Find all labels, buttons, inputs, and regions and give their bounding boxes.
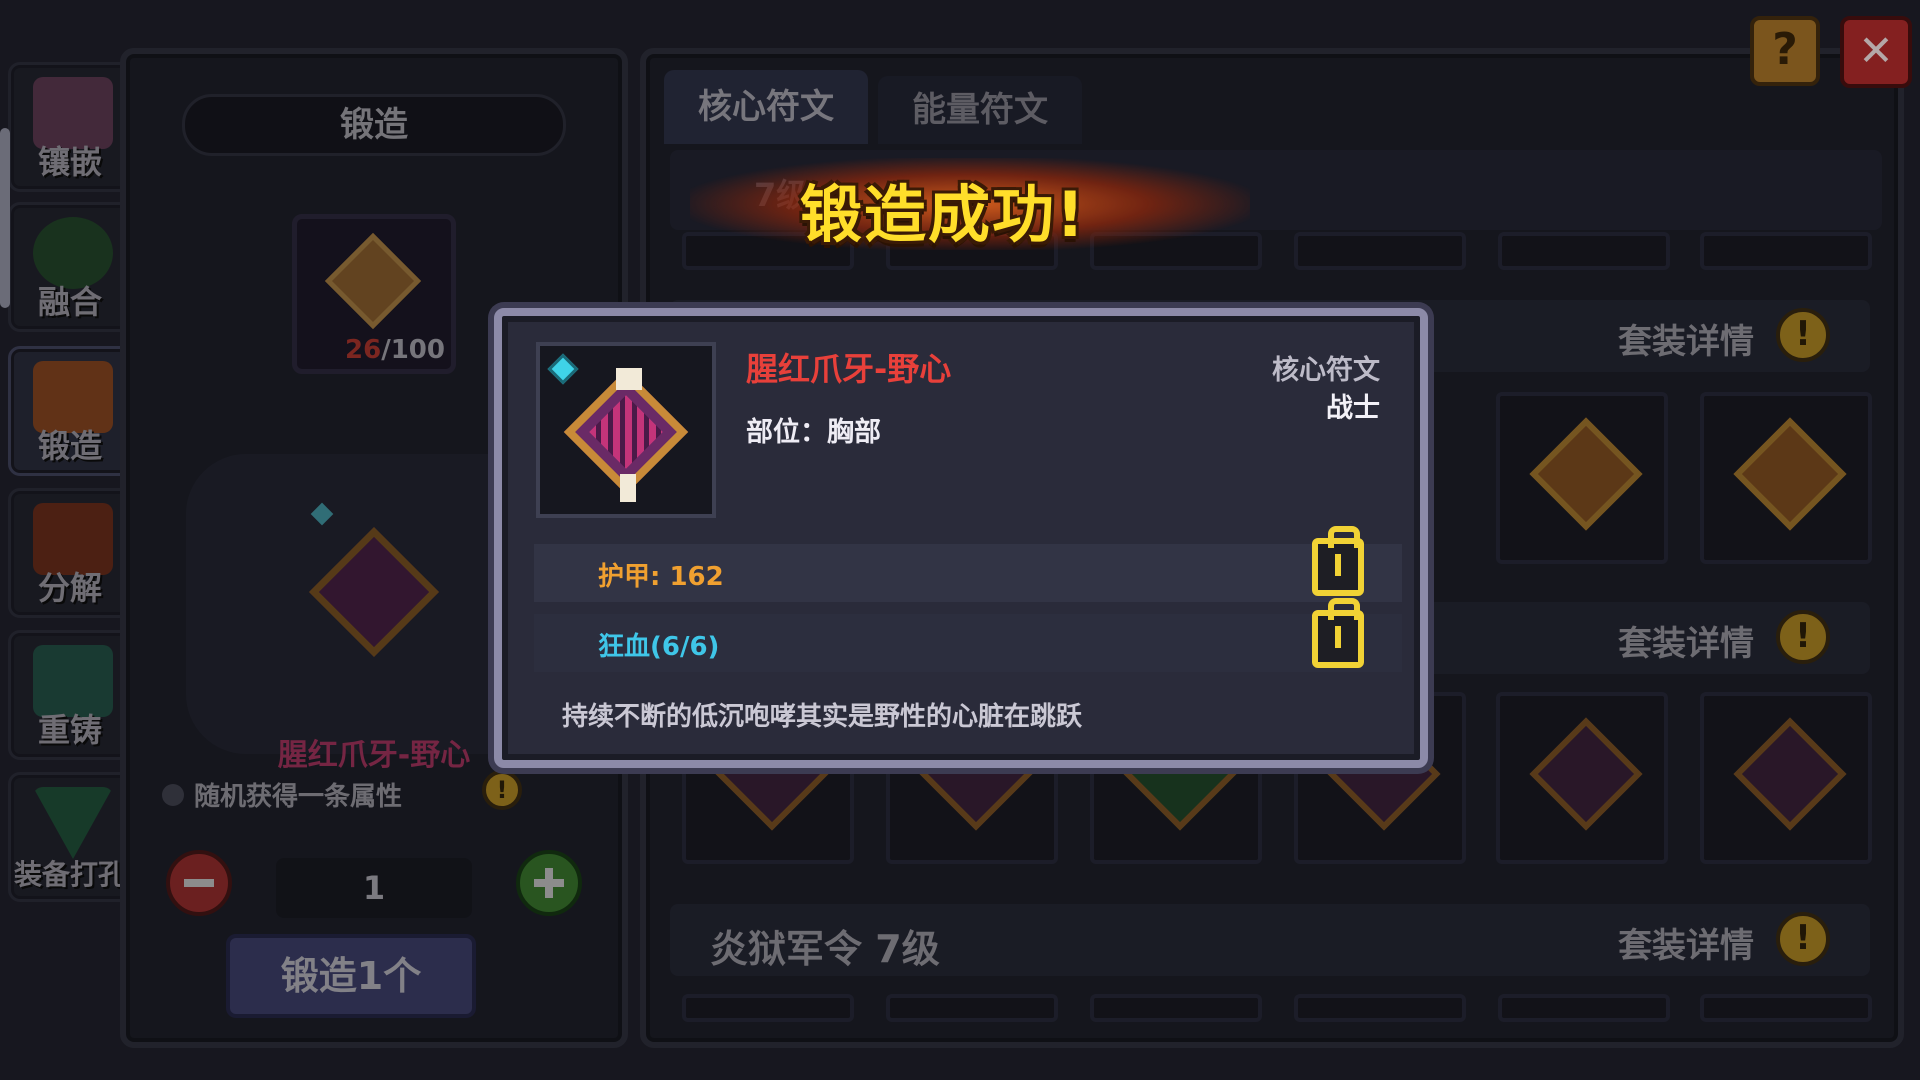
sidebar-item-label: 分解 (37, 569, 102, 607)
plus-button[interactable] (516, 850, 582, 916)
result-rune-icon (308, 526, 440, 658)
sidebar-item-label: 重铸 (37, 711, 102, 749)
rune-slot[interactable] (1498, 994, 1670, 1022)
rune-slot[interactable] (886, 994, 1058, 1022)
minus-button[interactable] (166, 850, 232, 916)
forge-title: 锻造 (182, 94, 566, 156)
rune-icon (1529, 717, 1643, 831)
minus-icon (184, 879, 214, 887)
lock-icon[interactable] (1312, 598, 1364, 668)
forge-one-button[interactable]: 锻造1个 (226, 934, 476, 1018)
material-rune-icon (324, 232, 422, 330)
item-detail-popup[interactable]: 腥红爪牙-野心 部位：胸部 核心符文 战士 护甲: 162 狂血(6/6) 持续… (494, 308, 1428, 768)
claw-top-icon (616, 368, 642, 390)
sidebar-item-label: 锻造 (37, 427, 102, 465)
set-info-icon[interactable]: ! (1776, 308, 1830, 362)
close-button[interactable]: ✕ (1840, 16, 1912, 88)
gem-icon (310, 502, 334, 526)
rune-slot[interactable] (1700, 692, 1872, 864)
set-details-label[interactable]: 套装详情 (1618, 616, 1754, 665)
sidebar-item-decompose[interactable]: 分解 (8, 488, 132, 618)
rune-type-label: 核心符文 (1272, 355, 1380, 386)
sidebar-item-label: 融合 (37, 283, 102, 321)
lock-icon[interactable] (1312, 526, 1364, 596)
rune-icon (1733, 417, 1847, 531)
gem-icon (547, 353, 579, 385)
claw-bottom-icon (620, 474, 636, 502)
material-slot[interactable]: 26/100 (292, 214, 456, 374)
popup-item-name: 腥红爪牙-野心 (746, 350, 952, 388)
rune-slot[interactable] (1496, 692, 1668, 864)
set-row: 炎狱军令 7级 套装详情 ! (670, 904, 1870, 976)
rune-slot[interactable] (1498, 232, 1670, 270)
set-details-label[interactable]: 套装详情 (1618, 314, 1754, 363)
quantity-field[interactable]: 1 (276, 858, 472, 918)
scrollbar[interactable] (0, 128, 10, 308)
set-details-label[interactable]: 套装详情 (1618, 918, 1754, 967)
class-label: 战士 (1326, 393, 1380, 424)
rune-slot[interactable] (1700, 392, 1872, 564)
sidebar-item-inlay[interactable]: 镶嵌 (8, 62, 132, 192)
item-icon-frame (536, 342, 716, 518)
sidebar-item-forge[interactable]: 锻造 (8, 346, 132, 476)
sidebar-item-socket[interactable]: 装备打孔 (8, 772, 132, 902)
sidebar-item-label: 装备打孔 (13, 858, 126, 891)
rune-slot[interactable] (1700, 232, 1872, 270)
rune-icon (1529, 417, 1643, 531)
tab-energy-rune[interactable]: 能量符文 (878, 76, 1082, 144)
rune-slot[interactable] (1700, 994, 1872, 1022)
stat-row-berserk: 狂血(6/6) (534, 614, 1402, 672)
stat-row-armor: 护甲: 162 (534, 544, 1402, 602)
radio-dot[interactable] (162, 784, 184, 806)
tab-core-rune[interactable]: 核心符文 (664, 70, 868, 144)
rune-slot[interactable] (682, 994, 854, 1022)
sidebar-item-label: 镶嵌 (37, 143, 102, 181)
forge-screen: 镶嵌 融合 锻造 分解 重铸 装备打孔 锻造 26/100 腥红爪牙-野心 随机… (0, 0, 1920, 1080)
help-button[interactable]: ? (1750, 16, 1820, 86)
rune-slot[interactable] (1294, 994, 1466, 1022)
rune-icon (1733, 717, 1847, 831)
stat-berserk: 狂血(6/6) (598, 632, 720, 662)
sidebar-item-fusion[interactable]: 融合 (8, 202, 132, 332)
rune-slot[interactable] (1496, 392, 1668, 564)
item-slot-label: 部位：胸部 (746, 417, 881, 448)
set-info-icon[interactable]: ! (1776, 610, 1830, 664)
set-info-icon[interactable]: ! (1776, 912, 1830, 966)
rune-slot[interactable] (1294, 232, 1466, 270)
sidebar-item-recast[interactable]: 重铸 (8, 630, 132, 760)
flavor-text: 持续不断的低沉咆哮其实是野性的心脏在跳跃 (562, 702, 1083, 732)
random-attr-text: 随机获得一条属性 (194, 782, 403, 812)
material-count: 26/100 (345, 335, 445, 365)
set-name: 炎狱军令 7级 (710, 927, 940, 971)
stat-armor: 护甲: 162 (598, 562, 724, 592)
socket-icon (33, 787, 113, 859)
info-icon[interactable]: ! (482, 770, 522, 810)
success-banner-text: 锻造成功! (800, 178, 1087, 251)
rune-slot[interactable] (1090, 994, 1262, 1022)
